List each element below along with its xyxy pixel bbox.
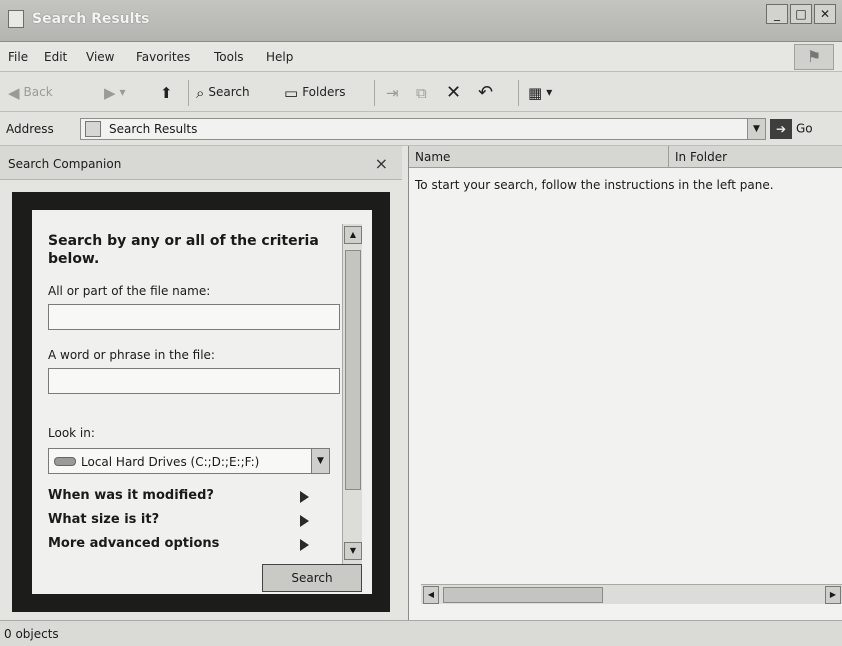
search-criteria-panel: Search by any or all of the criteria bel… (32, 210, 372, 594)
scroll-up-icon[interactable]: ▲ (344, 226, 362, 244)
title-bar[interactable]: Search Results _ □ ✕ (0, 0, 842, 42)
expand-arrow-icon[interactable] (300, 491, 309, 503)
menu-tools[interactable]: Tools (214, 50, 244, 64)
move-to-icon: ⇥ (386, 83, 399, 102)
search-results-window-icon (8, 10, 24, 28)
delete-button[interactable]: ✕ (446, 82, 465, 104)
search-button[interactable]: Search (262, 564, 362, 592)
toolbar-separator (518, 80, 519, 106)
scroll-thumb[interactable] (443, 587, 603, 603)
views-icon: ▦ (528, 83, 543, 102)
undo-icon: ↶ (478, 81, 494, 103)
search-results-window: Search Results _ □ ✕ File Edit View Favo… (0, 0, 842, 646)
back-arrow-icon: ◀ (8, 83, 20, 102)
scroll-left-icon[interactable]: ◀ (423, 586, 439, 604)
minimize-button[interactable]: _ (766, 4, 788, 24)
undo-button[interactable]: ↶ (478, 82, 497, 104)
when-modified-option[interactable]: When was it modified? (48, 488, 214, 503)
scroll-right-icon[interactable]: ▶ (825, 586, 841, 604)
folders-button[interactable]: ▭ Folders (284, 82, 346, 104)
search-companion-header: Search Companion × (0, 146, 402, 180)
back-button[interactable]: ◀ Back (8, 82, 53, 104)
word-phrase-input[interactable] (48, 368, 340, 394)
close-icon[interactable]: × (375, 154, 388, 173)
column-header-in-folder[interactable]: In Folder (669, 146, 842, 168)
word-phrase-label: A word or phrase in the file: (48, 348, 215, 362)
search-toolbar-button[interactable]: ⌕ Search (196, 82, 250, 104)
address-bar: Address Search Results ▼ ➔ Go (0, 112, 842, 146)
results-horizontal-scrollbar[interactable]: ◀ ▶ (421, 584, 842, 604)
delete-x-icon: ✕ (446, 81, 462, 103)
look-in-label: Look in: (48, 426, 95, 440)
back-label: Back (23, 85, 53, 99)
look-in-select[interactable]: Local Hard Drives (C:;D:;E:;F:) ▼ (48, 448, 330, 474)
menu-favorites[interactable]: Favorites (136, 50, 190, 64)
address-value: Search Results (109, 122, 198, 136)
expand-arrow-icon[interactable] (300, 515, 309, 527)
up-folder-icon: ⬆ (160, 83, 173, 102)
results-pane: Name In Folder To start your search, fol… (408, 146, 842, 620)
window-controls: _ □ ✕ (764, 4, 836, 24)
copy-to-icon: ⧉ (416, 83, 427, 102)
toolbar-separator (374, 80, 375, 106)
move-to-button[interactable]: ⇥ (386, 82, 403, 104)
results-hint: To start your search, follow the instruc… (415, 178, 774, 192)
search-toolbar-label: Search (208, 85, 250, 99)
window-title: Search Results (32, 11, 150, 27)
look-in-value: Local Hard Drives (C:;D:;E:;F:) (81, 455, 260, 469)
status-text: 0 objects (4, 627, 59, 641)
filename-label: All or part of the file name: (48, 284, 211, 298)
go-label: Go (796, 121, 813, 136)
search-criteria-heading: Search by any or all of the criteria bel… (48, 233, 319, 267)
companion-vertical-scrollbar[interactable]: ▲ ▼ (342, 224, 362, 564)
expand-arrow-icon[interactable] (300, 539, 309, 551)
filename-input[interactable] (48, 304, 340, 330)
close-button[interactable]: ✕ (814, 4, 836, 24)
scroll-down-icon[interactable]: ▼ (344, 542, 362, 560)
folders-label: Folders (302, 85, 346, 99)
magnifier-icon: ⌕ (196, 83, 205, 102)
copy-to-button[interactable]: ⧉ (416, 82, 431, 104)
toolbar-separator (188, 80, 189, 106)
column-header-name[interactable]: Name (409, 146, 669, 168)
up-folder-button[interactable]: ⬆ (160, 82, 177, 104)
standard-toolbar: ◀ Back ▶ ▾ ⬆ ⌕ Search ▭ Folders ⇥ ⧉ ✕ ↶ ▦ ▾ (0, 72, 842, 112)
forward-arrow-icon: ▶ (104, 83, 116, 102)
menu-bar: File Edit View Favorites Tools Help ⚑ (0, 42, 842, 72)
windows-flag-icon: ⚑ (794, 44, 834, 70)
hard-drive-icon (54, 457, 76, 466)
menu-view[interactable]: View (86, 50, 114, 64)
menu-edit[interactable]: Edit (44, 50, 67, 64)
scroll-thumb[interactable] (345, 250, 361, 490)
search-results-icon (85, 121, 101, 137)
search-companion-title: Search Companion (8, 157, 122, 171)
address-field[interactable]: Search Results ▼ (80, 118, 766, 140)
menu-help[interactable]: Help (266, 50, 293, 64)
address-dropdown-button[interactable]: ▼ (747, 119, 765, 139)
go-arrow-icon: ➔ (770, 119, 792, 139)
status-bar: 0 objects (0, 620, 842, 646)
menu-file[interactable]: File (8, 50, 28, 64)
go-button[interactable]: ➔ Go (770, 119, 813, 139)
maximize-button[interactable]: □ (790, 4, 812, 24)
address-label: Address (6, 122, 54, 136)
advanced-options-option[interactable]: More advanced options (48, 536, 219, 551)
folders-icon: ▭ (284, 83, 299, 102)
views-button[interactable]: ▦ ▾ (528, 82, 552, 104)
search-companion-frame: Search by any or all of the criteria bel… (12, 192, 390, 612)
search-companion-pane: Search Companion × Search by any or all … (0, 146, 402, 620)
what-size-option[interactable]: What size is it? (48, 512, 159, 527)
forward-button[interactable]: ▶ ▾ (104, 82, 126, 104)
chevron-down-icon[interactable]: ▼ (311, 449, 329, 473)
